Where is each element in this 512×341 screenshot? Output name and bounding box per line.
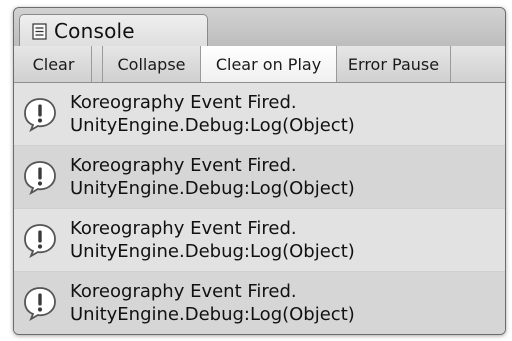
log-trace: UnityEngine.Debug:Log(Object): [70, 241, 355, 262]
console-toolbar: Clear Collapse Clear on Play Error Pause: [14, 46, 505, 83]
info-icon: [24, 224, 56, 258]
log-entry-text: Koreography Event Fired. UnityEngine.Deb…: [70, 280, 355, 326]
log-message: Koreography Event Fired.: [70, 92, 297, 113]
log-entry[interactable]: Koreography Event Fired. UnityEngine.Deb…: [14, 146, 505, 209]
log-entry[interactable]: Koreography Event Fired. UnityEngine.Deb…: [14, 83, 505, 146]
log-entry[interactable]: Koreography Event Fired. UnityEngine.Deb…: [14, 209, 505, 272]
log-entry-text: Koreography Event Fired. UnityEngine.Deb…: [70, 91, 355, 137]
info-icon: [24, 161, 56, 195]
log-message: Koreography Event Fired.: [70, 155, 297, 176]
log-entry-text: Koreography Event Fired. UnityEngine.Deb…: [70, 217, 355, 263]
log-message: Koreography Event Fired.: [70, 218, 297, 239]
collapse-button[interactable]: Collapse: [102, 46, 201, 82]
tab-console[interactable]: Console: [19, 14, 208, 47]
clear-on-play-button[interactable]: Clear on Play: [201, 46, 337, 82]
error-pause-button[interactable]: Error Pause: [337, 46, 451, 82]
log-trace: UnityEngine.Debug:Log(Object): [70, 304, 355, 325]
console-window: Console Clear Collapse Clear on Play Err…: [13, 7, 506, 335]
log-trace: UnityEngine.Debug:Log(Object): [70, 178, 355, 199]
info-icon: [24, 98, 56, 132]
tab-label: Console: [54, 19, 135, 43]
tab-bar: Console: [14, 8, 505, 47]
log-list[interactable]: Koreography Event Fired. UnityEngine.Deb…: [14, 83, 505, 334]
log-trace: UnityEngine.Debug:Log(Object): [70, 115, 355, 136]
clear-button[interactable]: Clear: [14, 46, 92, 82]
console-icon: [32, 22, 47, 40]
log-entry-text: Koreography Event Fired. UnityEngine.Deb…: [70, 154, 355, 200]
log-entry[interactable]: Koreography Event Fired. UnityEngine.Deb…: [14, 272, 505, 334]
info-icon: [24, 287, 56, 321]
log-message: Koreography Event Fired.: [70, 281, 297, 302]
